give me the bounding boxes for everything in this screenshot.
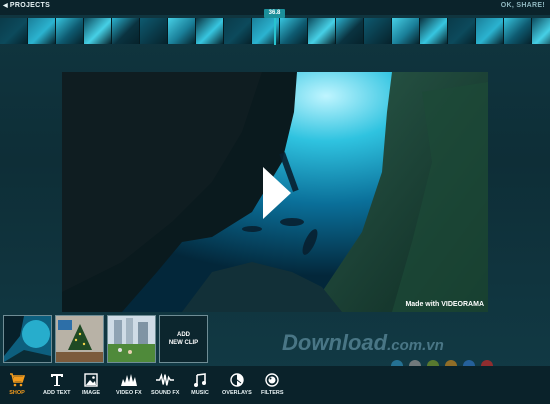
app-window: ◀ PROJECTS OK, SHARE! 36.8 Made with VID… xyxy=(0,0,550,404)
clip-thumbnail-image xyxy=(108,316,155,362)
timeline-frame xyxy=(532,18,550,44)
tool-label: SOUND FX xyxy=(151,390,180,396)
tool-shop[interactable]: SHOP xyxy=(8,372,26,396)
timeline-frame xyxy=(420,18,448,44)
clip-thumbnail-underwater[interactable] xyxy=(3,315,52,363)
bottom-toolbar: SHOP ADD TEXT IMAGE VIDEO FX SOUND FX MU… xyxy=(0,366,550,404)
clip-list: ADD NEW CLIP xyxy=(3,315,208,363)
site-watermark-domain: .com.vn xyxy=(387,337,444,354)
clip-thumbnail-image xyxy=(56,316,103,362)
clip-thumbnail-christmas-tree[interactable] xyxy=(55,315,104,363)
timeline-frame xyxy=(336,18,364,44)
timeline-frame xyxy=(0,18,28,44)
video-fx-icon xyxy=(120,372,138,388)
add-clip-label-line2: NEW CLIP xyxy=(168,340,199,346)
tool-overlays[interactable]: OVERLAYS xyxy=(222,372,252,396)
video-preview[interactable]: Made with VIDEORAMA xyxy=(62,72,488,312)
cart-icon xyxy=(8,372,26,388)
add-new-clip-button[interactable]: ADD NEW CLIP xyxy=(159,315,208,363)
timeline-frame xyxy=(476,18,504,44)
add-clip-label-line1: ADD xyxy=(177,332,190,338)
tool-image[interactable]: IMAGE xyxy=(82,372,100,396)
timeline-frame xyxy=(196,18,224,44)
tool-label: FILTERS xyxy=(261,390,284,396)
sound-fx-icon xyxy=(156,372,175,388)
music-icon xyxy=(191,372,209,388)
image-icon xyxy=(82,372,100,388)
share-button[interactable]: OK, SHARE! xyxy=(501,2,545,9)
timeline-frame xyxy=(504,18,532,44)
site-watermark-main: Download xyxy=(282,330,388,355)
tool-label: VIDEO FX xyxy=(116,390,142,396)
timeline-frame xyxy=(28,18,56,44)
timeline-frame xyxy=(112,18,140,44)
timeline-frame xyxy=(280,18,308,44)
timeline-frame xyxy=(448,18,476,44)
site-watermark: Download.com.vn xyxy=(282,330,444,356)
overlays-icon xyxy=(228,372,246,388)
timeline-frame xyxy=(392,18,420,44)
tool-label: IMAGE xyxy=(82,390,101,396)
back-to-projects-button[interactable]: ◀ PROJECTS xyxy=(3,2,50,9)
tool-music[interactable]: MUSIC xyxy=(191,372,209,396)
timeline-frame xyxy=(224,18,252,44)
timeline-frame xyxy=(84,18,112,44)
tool-video-fx[interactable]: VIDEO FX xyxy=(116,372,142,396)
text-icon xyxy=(48,372,66,388)
timeline-frame xyxy=(308,18,336,44)
tool-label: SHOP xyxy=(9,390,25,396)
timeline-frame xyxy=(168,18,196,44)
timeline-frame xyxy=(56,18,84,44)
tool-filters[interactable]: FILTERS xyxy=(261,372,284,396)
time-badge: 36.8 xyxy=(264,9,285,18)
tool-sound-fx[interactable]: SOUND FX xyxy=(151,372,179,396)
chevron-left-icon: ◀ xyxy=(3,3,8,9)
play-icon xyxy=(263,167,291,219)
tool-add-text[interactable]: ADD TEXT xyxy=(43,372,71,396)
tool-label: ADD TEXT xyxy=(43,390,71,396)
tool-label: OVERLAYS xyxy=(222,390,252,396)
videorama-watermark: Made with VIDEORAMA xyxy=(405,301,484,308)
timeline-frame xyxy=(364,18,392,44)
timeline-frame xyxy=(140,18,168,44)
timeline-playhead[interactable] xyxy=(274,16,276,45)
filters-icon xyxy=(263,372,281,388)
tool-label: MUSIC xyxy=(191,390,209,396)
clip-thumbnail-city-park[interactable] xyxy=(107,315,156,363)
back-label: PROJECTS xyxy=(9,2,51,9)
clip-thumbnail-image xyxy=(4,316,51,362)
